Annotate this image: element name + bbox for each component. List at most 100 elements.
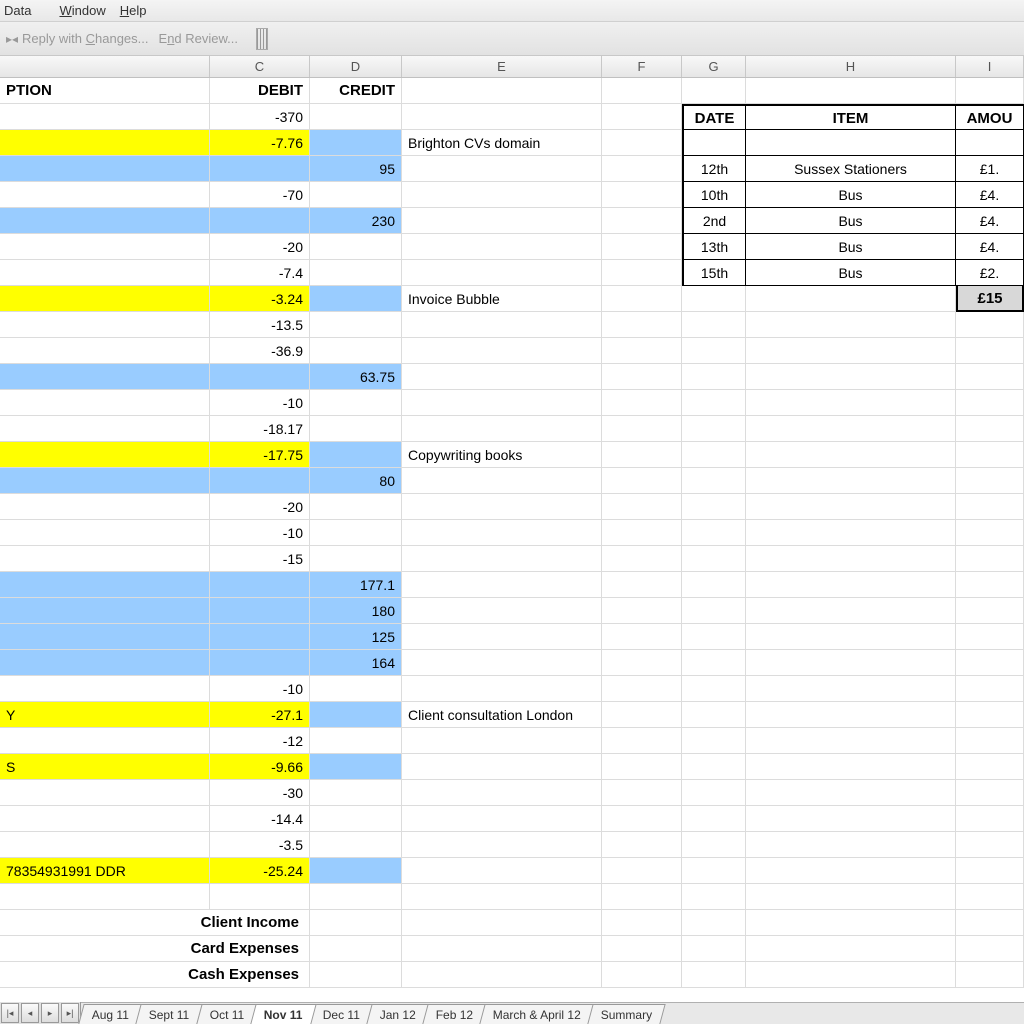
cell-debit[interactable] xyxy=(210,208,310,234)
tab-first-button[interactable]: |◂ xyxy=(1,1003,19,1023)
cell-note[interactable] xyxy=(402,676,602,702)
cell-note[interactable] xyxy=(402,182,602,208)
cell-description[interactable] xyxy=(0,442,210,468)
expense-date[interactable]: 10th xyxy=(682,182,746,208)
cell-credit[interactable] xyxy=(310,442,402,468)
cell-debit[interactable]: -10 xyxy=(210,520,310,546)
cell-description[interactable] xyxy=(0,182,210,208)
cell-note[interactable] xyxy=(402,858,602,884)
cell-note[interactable] xyxy=(402,572,602,598)
cell-description[interactable] xyxy=(0,338,210,364)
cell-credit[interactable] xyxy=(310,520,402,546)
cell-debit[interactable]: -70 xyxy=(210,182,310,208)
sheet-tab[interactable]: Sept 11 xyxy=(135,1004,203,1024)
cell-description[interactable] xyxy=(0,208,210,234)
cell-note[interactable] xyxy=(402,468,602,494)
toolbar-grip[interactable] xyxy=(256,28,268,50)
cell-description[interactable] xyxy=(0,832,210,858)
expense-amount[interactable]: £2. xyxy=(956,260,1024,286)
cell-credit[interactable] xyxy=(310,702,402,728)
cell-note[interactable] xyxy=(402,338,602,364)
cell-credit[interactable] xyxy=(310,182,402,208)
cell-credit[interactable]: 230 xyxy=(310,208,402,234)
cell-credit[interactable]: 125 xyxy=(310,624,402,650)
expense-header-item[interactable]: ITEM xyxy=(746,104,956,130)
cell-debit[interactable]: -10 xyxy=(210,390,310,416)
expense-date[interactable]: 2nd xyxy=(682,208,746,234)
sheet-tab[interactable]: March & April 12 xyxy=(480,1004,595,1024)
sheet-tab[interactable]: Summary xyxy=(588,1004,667,1024)
cell-credit[interactable] xyxy=(310,260,402,286)
cell-note[interactable] xyxy=(402,416,602,442)
cell-description[interactable] xyxy=(0,468,210,494)
cell-description[interactable] xyxy=(0,598,210,624)
cell-debit[interactable]: -18.17 xyxy=(210,416,310,442)
cell-note[interactable] xyxy=(402,650,602,676)
cell-debit[interactable]: -27.1 xyxy=(210,702,310,728)
cell-note[interactable] xyxy=(402,936,602,962)
expense-item[interactable]: Bus xyxy=(746,234,956,260)
cell-description[interactable] xyxy=(0,104,210,130)
sheet-tab[interactable]: Aug 11 xyxy=(78,1004,143,1024)
cell-note[interactable] xyxy=(402,884,602,910)
cell-credit[interactable] xyxy=(310,546,402,572)
cell-debit[interactable] xyxy=(210,156,310,182)
cell-note[interactable] xyxy=(402,390,602,416)
cell-note[interactable] xyxy=(402,234,602,260)
menu-data[interactable]: Data xyxy=(4,3,45,18)
cell-credit[interactable] xyxy=(310,234,402,260)
expense-amount[interactable]: £4. xyxy=(956,182,1024,208)
cell-description[interactable] xyxy=(0,624,210,650)
cell-description[interactable] xyxy=(0,676,210,702)
cell-description[interactable]: S xyxy=(0,754,210,780)
cell-description[interactable] xyxy=(0,806,210,832)
cell-credit[interactable] xyxy=(310,806,402,832)
expense-amount[interactable]: £1. xyxy=(956,156,1024,182)
cell-debit[interactable]: -30 xyxy=(210,780,310,806)
cell-description[interactable] xyxy=(0,130,210,156)
cell-debit[interactable]: -15 xyxy=(210,546,310,572)
cell-credit[interactable]: 63.75 xyxy=(310,364,402,390)
reply-changes-button[interactable]: Reply with Changes... xyxy=(22,31,148,46)
cell-note[interactable] xyxy=(402,624,602,650)
tab-prev-button[interactable]: ◂ xyxy=(21,1003,39,1023)
summary-label[interactable]: Client Income xyxy=(0,910,310,936)
sheet-tab[interactable]: Feb 12 xyxy=(422,1004,487,1024)
cell-description[interactable] xyxy=(0,286,210,312)
cell-description[interactable]: 78354931991 DDR xyxy=(0,858,210,884)
cell-note[interactable] xyxy=(402,494,602,520)
cell-credit[interactable]: 95 xyxy=(310,156,402,182)
cell-note[interactable] xyxy=(402,780,602,806)
col-header-G[interactable]: G xyxy=(682,56,746,77)
cell-note[interactable]: Brighton CVs domain xyxy=(402,130,602,156)
cell-debit[interactable]: -10 xyxy=(210,676,310,702)
cell-description[interactable] xyxy=(0,520,210,546)
cell-debit[interactable]: -20 xyxy=(210,234,310,260)
cell-debit[interactable]: -13.5 xyxy=(210,312,310,338)
tab-next-button[interactable]: ▸ xyxy=(41,1003,59,1023)
cell-description[interactable] xyxy=(0,364,210,390)
cell-note[interactable] xyxy=(402,598,602,624)
expense-header-amount[interactable]: AMOU xyxy=(956,104,1024,130)
cell-debit[interactable] xyxy=(210,624,310,650)
cell-debit[interactable]: -36.9 xyxy=(210,338,310,364)
cell-debit[interactable] xyxy=(210,364,310,390)
cell-debit[interactable]: -7.76 xyxy=(210,130,310,156)
expense-date[interactable]: 12th xyxy=(682,156,746,182)
cell-debit[interactable]: -3.24 xyxy=(210,286,310,312)
col-header-B[interactable] xyxy=(0,56,210,77)
cell-note[interactable] xyxy=(402,806,602,832)
tab-last-button[interactable]: ▸| xyxy=(61,1003,79,1023)
expense-date[interactable] xyxy=(682,130,746,156)
cell-credit[interactable] xyxy=(310,832,402,858)
cell-description[interactable] xyxy=(0,546,210,572)
cell-note[interactable] xyxy=(402,260,602,286)
expense-amount[interactable]: £4. xyxy=(956,234,1024,260)
cell-debit[interactable]: -9.66 xyxy=(210,754,310,780)
col-header-I[interactable]: I xyxy=(956,56,1024,77)
expense-header-date[interactable]: DATE xyxy=(682,104,746,130)
cell-description[interactable] xyxy=(0,728,210,754)
cell-debit[interactable] xyxy=(210,468,310,494)
sheet-tab[interactable]: Jan 12 xyxy=(366,1004,429,1024)
cell-debit[interactable]: -7.4 xyxy=(210,260,310,286)
